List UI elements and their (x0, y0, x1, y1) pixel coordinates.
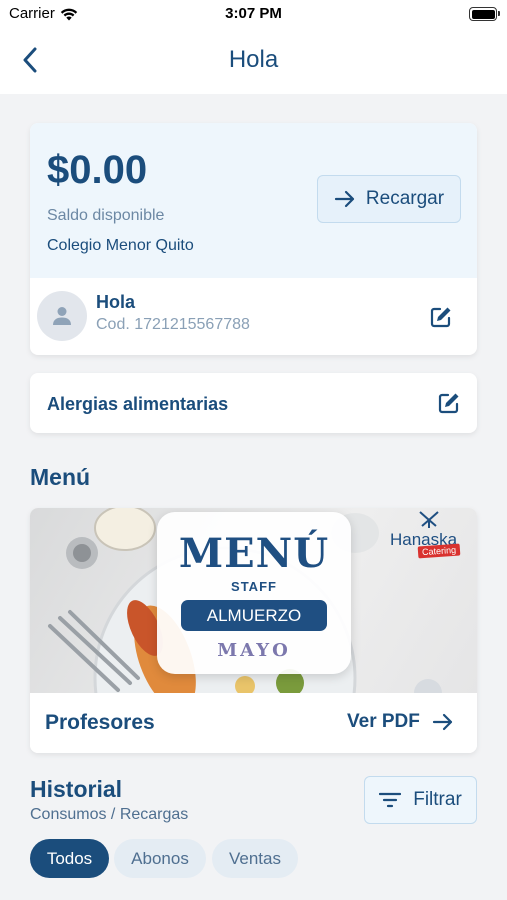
menu-plaque: MENÚ STAFF ALMUERZO MAYO (157, 512, 351, 674)
allergies-label: Alergias alimentarias (47, 394, 229, 414)
chip-todos[interactable]: Todos (30, 839, 109, 878)
view-pdf-link[interactable]: Ver PDF (347, 711, 454, 733)
chip-label: Ventas (229, 848, 281, 868)
user-row: Hola Cod. 1721215567788 (30, 278, 477, 355)
filter-button[interactable]: Filtrar (364, 776, 477, 824)
filter-label: Filtrar (413, 789, 462, 810)
menu-footer: Profesores Ver PDF (30, 693, 477, 753)
allergies-card[interactable]: Alergias alimentarias (30, 373, 477, 433)
user-code: Cod. 1721215567788 (96, 316, 250, 333)
edit-icon (430, 307, 451, 328)
history-title: Historial (30, 776, 123, 802)
balance-label: Saldo disponible (47, 207, 165, 224)
arrow-right-icon (334, 190, 355, 208)
menu-image: MENÚ STAFF ALMUERZO MAYO Hanaska Caterin… (30, 508, 477, 693)
brand-logo: Hanaska Catering (390, 510, 470, 560)
balance-amount: $0.00 (47, 148, 148, 192)
menu-month: MAYO (217, 640, 291, 661)
status-bar: Carrier 3:07 PM (0, 0, 507, 30)
status-time: 3:07 PM (225, 5, 282, 22)
user-name: Hola (96, 292, 136, 312)
chip-abonos[interactable]: Abonos (114, 839, 206, 878)
avatar (37, 291, 87, 341)
school-name: Colegio Menor Quito (47, 237, 194, 254)
battery-icon (469, 7, 500, 21)
brand-tag: Catering (417, 543, 461, 559)
edit-icon (438, 393, 459, 414)
recharge-button[interactable]: Recargar (317, 175, 461, 223)
filter-icon (379, 792, 402, 808)
menu-section-title: Menú (30, 464, 91, 490)
recharge-label: Recargar (365, 188, 445, 209)
chip-label: Todos (46, 848, 93, 868)
menu-card-label: Profesores (45, 711, 155, 734)
snowflake-icon (419, 511, 439, 528)
chip-ventas[interactable]: Ventas (212, 839, 298, 878)
page-title: Hola (228, 46, 279, 73)
balance-summary: $0.00 Saldo disponible Colegio Menor Qui… (30, 123, 477, 278)
view-pdf-label: Ver PDF (347, 711, 420, 732)
menu-heading: MENÚ (178, 530, 330, 577)
arrow-right-icon (432, 713, 452, 731)
balance-card: $0.00 Saldo disponible Colegio Menor Qui… (30, 123, 477, 355)
history-subtitle: Consumos / Recargas (30, 806, 189, 823)
menu-subheading: STAFF (231, 579, 277, 594)
chip-label: Abonos (131, 848, 189, 868)
edit-user-button[interactable] (427, 303, 455, 331)
edit-allergies-button[interactable] (435, 389, 463, 417)
navigation-bar: Hola (0, 30, 507, 94)
menu-meal: ALMUERZO (181, 600, 327, 631)
menu-card[interactable]: MENÚ STAFF ALMUERZO MAYO Hanaska Caterin… (30, 508, 477, 753)
user-icon (53, 307, 71, 325)
